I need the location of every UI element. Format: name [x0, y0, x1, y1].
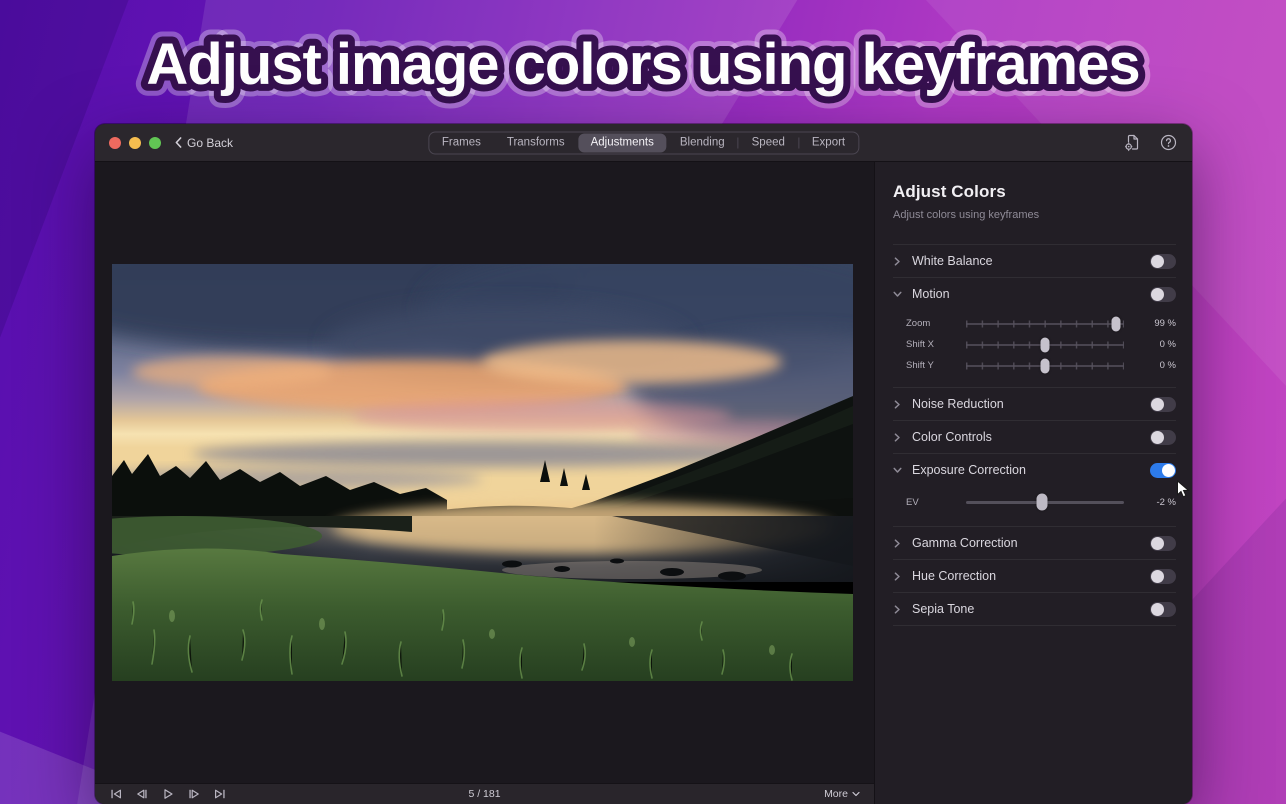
exposure-correction-toggle[interactable] [1150, 463, 1176, 478]
document-settings-icon[interactable] [1122, 133, 1142, 153]
step-forward-icon [188, 788, 200, 800]
color-controls-toggle[interactable] [1150, 430, 1176, 445]
panel-title: Adjust Colors [893, 182, 1176, 202]
section-hue-correction[interactable]: Hue Correction [893, 559, 1176, 592]
shift-y-slider[interactable] [966, 355, 1124, 376]
chevron-down-icon [893, 290, 906, 298]
chevron-down-icon [852, 791, 860, 797]
section-sepia-tone[interactable]: Sepia Tone [893, 592, 1176, 625]
gamma-correction-toggle[interactable] [1150, 536, 1176, 551]
tab-adjustments[interactable]: Adjustments [579, 133, 666, 152]
zoom-slider-knob[interactable] [1112, 316, 1121, 331]
titlebar-right-actions [1122, 133, 1178, 153]
noise-reduction-toggle[interactable] [1150, 397, 1176, 412]
app-window: Go Back Frames Transforms Adjustments Bl… [95, 124, 1192, 804]
more-label: More [824, 788, 848, 800]
section-motion[interactable]: Motion [893, 277, 1176, 310]
section-gamma-correction[interactable]: Gamma Correction [893, 526, 1176, 559]
chevron-right-icon [893, 433, 906, 442]
chevron-right-icon [893, 257, 906, 266]
ev-slider[interactable] [966, 489, 1124, 515]
hue-correction-toggle[interactable] [1150, 569, 1176, 584]
go-back-label: Go Back [187, 136, 233, 150]
chevron-right-icon [893, 572, 906, 581]
zoom-value: 99 % [1134, 318, 1176, 329]
adjust-colors-panel: Adjust Colors Adjust colors using keyfra… [875, 162, 1192, 804]
white-balance-toggle[interactable] [1150, 254, 1176, 269]
section-exposure-correction[interactable]: Exposure Correction [893, 453, 1176, 486]
skip-to-start-button[interactable] [109, 788, 122, 801]
shift-x-value: 0 % [1134, 339, 1176, 350]
step-backward-button[interactable] [135, 788, 148, 801]
tab-frames[interactable]: Frames [429, 132, 494, 153]
panel-subtitle: Adjust colors using keyframes [893, 209, 1176, 221]
close-window-button[interactable] [109, 137, 121, 149]
skip-start-icon [110, 788, 122, 800]
sepia-tone-toggle[interactable] [1150, 602, 1176, 617]
help-icon[interactable] [1158, 133, 1178, 153]
play-button[interactable] [161, 788, 174, 801]
minimize-window-button[interactable] [129, 137, 141, 149]
preview-image [112, 264, 853, 681]
play-icon [162, 788, 174, 800]
chevron-right-icon [893, 605, 906, 614]
skip-to-end-button[interactable] [213, 788, 226, 801]
chevron-left-icon [175, 137, 182, 148]
ev-value: -2 % [1134, 497, 1176, 508]
exposure-sliders: EV -2 % [893, 486, 1176, 526]
go-back-button[interactable]: Go Back [175, 136, 233, 150]
tab-speed[interactable]: Speed [739, 132, 798, 153]
section-white-balance[interactable]: White Balance [893, 244, 1176, 277]
shift-x-slider[interactable] [966, 334, 1124, 355]
preview-canvas: 5 / 181 More [95, 162, 875, 804]
section-noise-reduction[interactable]: Noise Reduction [893, 387, 1176, 420]
section-color-controls[interactable]: Color Controls [893, 420, 1176, 453]
window-controls [109, 137, 161, 149]
more-button[interactable]: More [824, 788, 860, 800]
player-bar: 5 / 181 More [95, 783, 874, 804]
step-forward-button[interactable] [187, 788, 200, 801]
hero-title: Adjust image colors using keyframes [146, 32, 1139, 97]
titlebar: Go Back Frames Transforms Adjustments Bl… [95, 124, 1192, 162]
transport-controls [109, 788, 226, 801]
tab-blending[interactable]: Blending [667, 132, 738, 153]
skip-end-icon [214, 788, 226, 800]
shift-y-value: 0 % [1134, 360, 1176, 371]
step-back-icon [136, 788, 148, 800]
shift-y-slider-knob[interactable] [1041, 358, 1050, 373]
motion-toggle[interactable] [1150, 287, 1176, 302]
tab-transforms[interactable]: Transforms [494, 132, 578, 153]
shift-x-slider-knob[interactable] [1041, 337, 1050, 352]
hero-title-banner: Adjust image colors using keyframes Adju… [0, 16, 1286, 116]
motion-sliders: Zoom 99 % Shift X 0 % [893, 310, 1176, 387]
mode-tab-bar: Frames Transforms Adjustments Blending S… [428, 131, 859, 154]
frame-counter: 5 / 181 [468, 788, 500, 800]
chevron-right-icon [893, 539, 906, 548]
chevron-right-icon [893, 400, 906, 409]
ev-slider-knob[interactable] [1036, 494, 1047, 511]
zoom-window-button[interactable] [149, 137, 161, 149]
tab-export[interactable]: Export [799, 132, 858, 153]
mouse-cursor-icon [1176, 480, 1191, 504]
chevron-down-icon [893, 466, 906, 474]
zoom-slider[interactable] [966, 313, 1124, 334]
